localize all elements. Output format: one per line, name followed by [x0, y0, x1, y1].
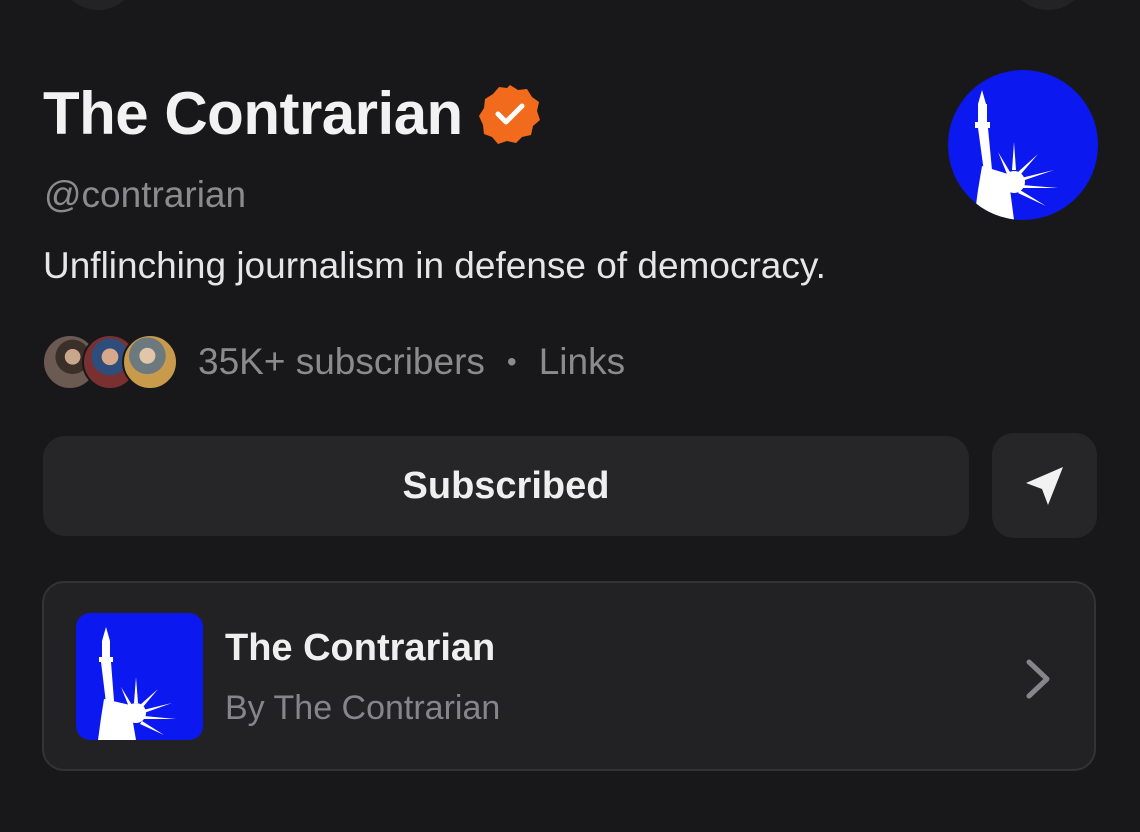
avatar [122, 334, 178, 390]
publication-profile: The Contrarian @contrarian Unflinching j… [0, 0, 1140, 832]
subscribed-button[interactable]: Subscribed [43, 436, 969, 536]
chevron-right-icon [1026, 659, 1050, 699]
title-row: The Contrarian [43, 80, 541, 148]
verified-badge-icon [478, 85, 540, 144]
publication-card[interactable]: The Contrarian By The Contrarian [42, 581, 1096, 771]
card-publication-name: The Contrarian [225, 627, 496, 669]
publication-tagline: Unflinching journalism in defense of dem… [43, 245, 826, 286]
publication-logo[interactable] [948, 70, 1098, 220]
send-icon [1025, 466, 1063, 505]
more-options-button[interactable] [1008, 0, 1088, 10]
card-publication-logo [76, 613, 203, 740]
share-button[interactable] [992, 433, 1097, 538]
card-publication-author: By The Contrarian [225, 689, 501, 727]
publication-handle: @contrarian [44, 174, 247, 215]
subscriber-count[interactable]: 35K+ subscribers [198, 341, 485, 383]
links-link[interactable]: Links [539, 341, 625, 383]
statue-of-liberty-logo-icon [76, 613, 203, 740]
statue-of-liberty-logo-icon [948, 70, 1098, 220]
stats-row: 35K+ subscribers • Links [42, 334, 625, 390]
publication-title: The Contrarian [43, 80, 463, 147]
subscriber-avatars [42, 334, 178, 390]
separator-dot: • [506, 346, 517, 377]
back-button[interactable] [58, 0, 138, 10]
